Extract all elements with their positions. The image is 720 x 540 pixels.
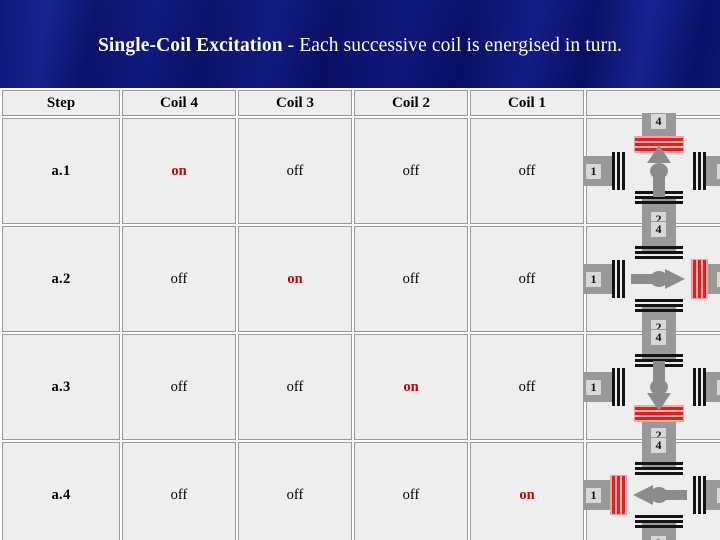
stepper-diagram-cell: 4213 xyxy=(583,113,720,229)
coil-1-state: on xyxy=(470,442,584,540)
rotor-needle-up xyxy=(587,119,720,223)
stepper-motor-diagram: 4213 xyxy=(583,221,720,337)
coil-1-state: off xyxy=(470,334,584,440)
table-body: a.1onoffoffoff4213a.2offonoffoff4213a.3o… xyxy=(2,113,720,540)
coil-2-state: off xyxy=(354,442,468,540)
rotor-arrowhead-icon xyxy=(647,145,671,163)
coil-4-state: off xyxy=(122,226,236,332)
coil-3-state: off xyxy=(238,334,352,440)
table-row: a.4offoffoffon4213 xyxy=(2,437,720,540)
step-label: a.4 xyxy=(2,442,120,540)
stepper-motor-diagram: 4213 xyxy=(583,329,720,445)
coil-1-state: off xyxy=(470,226,584,332)
rotor-needle-left xyxy=(587,443,720,540)
table-row: a.3offoffonoff4213 xyxy=(2,329,720,445)
page-title-emphasis: Single-Coil Excitation xyxy=(97,35,283,56)
coil-3-state: off xyxy=(238,118,352,224)
stepper-motor-diagram: 4213 xyxy=(583,437,720,540)
table-row: a.2offonoffoff4213 xyxy=(2,221,720,337)
coil-4-state: off xyxy=(122,442,236,540)
rotor-hub xyxy=(650,163,668,179)
rotor-arrowhead-icon xyxy=(633,485,653,505)
stepper-diagram-cell: 4213 xyxy=(583,221,720,337)
coil-3-state: on xyxy=(238,226,352,332)
page-title: Single-Coil Excitation - Each successive… xyxy=(0,34,720,58)
excitation-table: Step Coil 4 Coil 3 Coil 2 Coil 1 a.1 on of… xyxy=(0,88,720,540)
stepper-diagram-cell: 4213 xyxy=(583,437,720,540)
coil-2-state: off xyxy=(354,118,468,224)
stepper-diagram-cell: 4213 xyxy=(583,329,720,445)
rotor-needle-right xyxy=(587,227,720,331)
page-title-rest: - Each successive coil is energised in t… xyxy=(282,35,623,56)
coil-1-state: off xyxy=(470,118,584,224)
title-band: Single-Coil Excitation - Each successive… xyxy=(0,0,720,88)
column-header-coil-4: Coil 4 xyxy=(122,90,236,116)
coil-3-state: off xyxy=(238,442,352,540)
coil-2-state: off xyxy=(354,226,468,332)
excitation-table-container: Step Coil 4 Coil 3 Coil 2 Coil 1 a.1 on of… xyxy=(0,88,720,540)
stepper-motor-diagram: 4213 xyxy=(583,113,720,229)
slide-canvas: Single-Coil Excitation - Each successive… xyxy=(0,0,720,540)
rotor-arrowhead-icon xyxy=(665,269,685,289)
step-label: a.3 xyxy=(2,334,120,440)
column-header-coil-3: Coil 3 xyxy=(238,90,352,116)
coil-4-state: off xyxy=(122,334,236,440)
column-header-step: Step xyxy=(2,90,120,116)
rotor-needle-down xyxy=(587,335,720,439)
column-header-coil-2: Coil 2 xyxy=(354,90,468,116)
column-header-coil-1: Coil 1 xyxy=(470,90,584,116)
table-header: Step Coil 4 Coil 3 Coil 2 Coil 1 xyxy=(2,90,720,116)
coil-2-state: on xyxy=(354,334,468,440)
step-label: a.2 xyxy=(2,226,120,332)
step-label: a.1 xyxy=(2,118,120,224)
header-row: Step Coil 4 Coil 3 Coil 2 Coil 1 xyxy=(2,90,720,116)
table-row: a.1onoffoffoff4213 xyxy=(2,113,720,229)
rotor-arrowhead-icon xyxy=(647,393,671,411)
coil-4-state: on xyxy=(122,118,236,224)
